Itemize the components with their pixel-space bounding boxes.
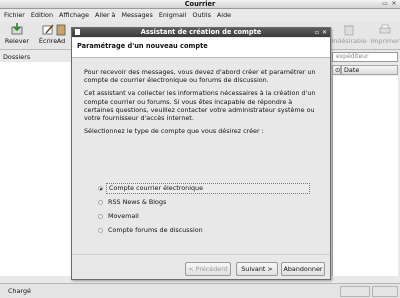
menu-affichage[interactable]: Affichage <box>59 10 89 21</box>
option-email-account[interactable]: Compte courrier électronique <box>95 183 310 197</box>
option-movemail[interactable]: Movemail <box>95 211 310 225</box>
dialog-heading: Paramétrage d'un nouveau compte <box>77 42 208 50</box>
statusbar: Chargé <box>0 283 400 298</box>
option-rss-news[interactable]: RSS News & Blogs <box>95 197 310 211</box>
imprimer-button[interactable]: Imprimer <box>368 23 400 45</box>
intro-paragraph: Pour recevoir des messages, vous devez d… <box>84 68 316 85</box>
junk-icon <box>344 25 354 36</box>
dialog-maximize-icon[interactable]: ▫ <box>315 28 319 37</box>
minimize-icon[interactable]: ▭ <box>382 1 388 7</box>
status-text: Chargé <box>8 287 31 295</box>
indesirable-label: Indésirable <box>331 37 367 45</box>
close-icon[interactable]: ✕ <box>391 1 397 7</box>
radio-icon[interactable] <box>98 214 103 219</box>
ad-label: Ad <box>56 37 66 45</box>
dialog-separator <box>72 254 330 255</box>
menu-edition[interactable]: Edition <box>31 10 53 21</box>
account-type-group: Compte courrier électronique RSS News & … <box>95 183 310 239</box>
dialog-window-icon <box>75 29 80 35</box>
column-header-date[interactable]: Date <box>341 65 398 75</box>
option-newsgroup-account[interactable]: Compte forums de discussion <box>95 225 310 239</box>
dialog-body: Pour recevoir des messages, vous devez d… <box>84 68 316 140</box>
imprimer-label: Imprimer <box>370 37 400 45</box>
menubar: Fichier Edition Affichage Aller à Messag… <box>0 10 400 21</box>
menu-messages[interactable]: Messages <box>121 10 152 21</box>
folder-pane[interactable] <box>0 62 71 276</box>
dialog-titlebar: Assistant de création de compte ▫ ✕ <box>72 28 330 37</box>
date-column-label: Date <box>344 66 360 74</box>
column-picker-icon: ⊙ <box>335 66 341 74</box>
next-button[interactable]: Suivant > <box>236 262 278 276</box>
menu-fichier[interactable]: Fichier <box>4 10 25 21</box>
menu-enigmail[interactable]: Enigmail <box>159 10 187 21</box>
radio-selected-icon[interactable] <box>98 186 103 191</box>
dialog-header: Paramétrage d'un nouveau compte <box>72 38 330 58</box>
cancel-button[interactable]: Abandonner <box>281 262 325 276</box>
relever-label: Relever <box>4 37 30 45</box>
menu-outils[interactable]: Outils <box>192 10 210 21</box>
option-label: RSS News & Blogs <box>108 198 167 206</box>
indesirable-button[interactable]: Indésirable <box>330 23 368 45</box>
account-wizard-dialog: Assistant de création de compte ▫ ✕ Para… <box>71 27 331 280</box>
select-prompt: Sélectionnez le type de compte que vous … <box>84 127 264 136</box>
radio-icon[interactable] <box>98 200 103 205</box>
menu-aller-a[interactable]: Aller à <box>95 10 115 21</box>
dialog-close-icon[interactable]: ✕ <box>322 28 327 37</box>
window-title: Courrier <box>184 0 216 8</box>
message-list[interactable] <box>332 76 398 276</box>
search-input[interactable]: expéditeur <box>332 52 398 62</box>
option-label: Compte courrier électronique <box>106 183 310 194</box>
print-icon <box>379 24 391 34</box>
get-mail-icon <box>11 23 23 35</box>
radio-icon[interactable] <box>98 228 103 233</box>
progress-panel <box>372 286 398 297</box>
folders-header: Dossiers <box>3 53 31 61</box>
option-label: Movemail <box>108 212 139 220</box>
info-paragraph: Cet assistant va collecter les informati… <box>84 89 316 123</box>
menu-aide[interactable]: Aide <box>217 10 231 21</box>
dialog-title: Assistant de création de compte <box>140 28 262 36</box>
window-titlebar: Courrier ▭ ✕ <box>0 0 400 9</box>
status-panel <box>340 286 370 297</box>
address-book-icon <box>56 24 66 36</box>
previous-button[interactable]: < Précédent <box>185 262 231 276</box>
column-header-icon[interactable]: ⊙ <box>332 65 341 75</box>
ad-button-partial[interactable]: Ad <box>51 23 71 45</box>
option-label: Compte forums de discussion <box>108 226 203 234</box>
relever-button[interactable]: Relever <box>0 23 34 45</box>
